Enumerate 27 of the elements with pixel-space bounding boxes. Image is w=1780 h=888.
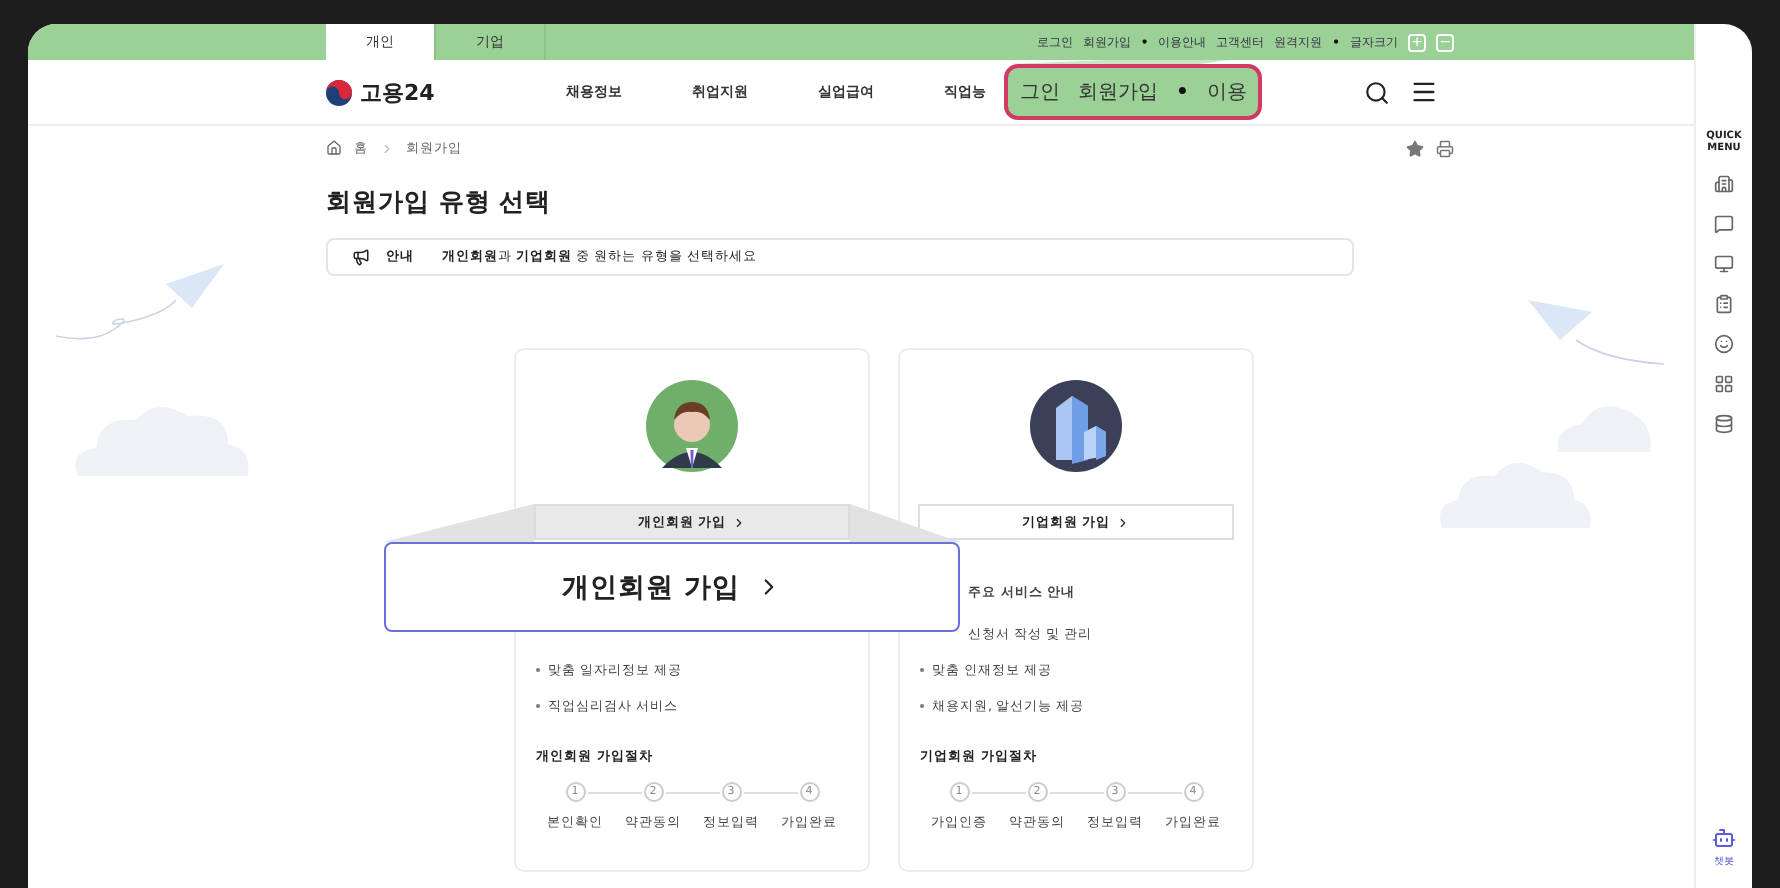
logo-icon bbox=[326, 79, 352, 105]
separator-dot: • bbox=[1176, 81, 1189, 103]
monitor-icon[interactable] bbox=[1714, 254, 1734, 274]
utility-link[interactable]: 이용 bbox=[1206, 78, 1247, 106]
person-avatar-icon bbox=[646, 380, 738, 472]
database-icon[interactable] bbox=[1714, 414, 1734, 434]
utility-link[interactable]: 회원가입 bbox=[1078, 78, 1158, 106]
menu-icon[interactable] bbox=[1410, 78, 1438, 106]
chevron-icon bbox=[380, 141, 394, 155]
smile-icon[interactable] bbox=[1714, 334, 1734, 354]
printer-icon[interactable] bbox=[1436, 139, 1454, 157]
page-title: 회원가입 유형 선택 bbox=[326, 186, 554, 220]
megaphone-icon bbox=[352, 248, 370, 266]
search-icon[interactable] bbox=[1364, 79, 1390, 105]
building-avatar-icon bbox=[1030, 380, 1122, 472]
utility-link[interactable]: 그인 bbox=[1020, 78, 1060, 106]
join-button-magnified[interactable]: 개인회원 가입 bbox=[384, 542, 960, 632]
chat-icon[interactable] bbox=[1714, 214, 1734, 234]
chevron-icon bbox=[1116, 515, 1131, 529]
list-icon[interactable] bbox=[1714, 294, 1734, 314]
building-icon[interactable] bbox=[1714, 174, 1734, 194]
chevron-icon bbox=[732, 515, 747, 529]
logo-text[interactable]: 고용24 bbox=[360, 77, 435, 107]
grid-icon[interactable] bbox=[1714, 374, 1734, 394]
chatbot-icon[interactable] bbox=[1712, 826, 1736, 850]
star-icon[interactable] bbox=[1406, 139, 1424, 157]
home-icon[interactable] bbox=[326, 140, 342, 156]
